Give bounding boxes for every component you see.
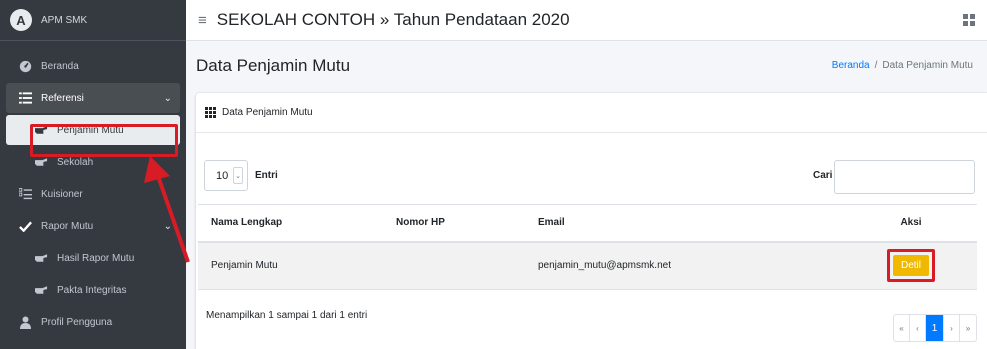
detil-button[interactable]: Detil [892,255,929,277]
sidebar-item-pakta-integritas[interactable]: Pakta Integritas [6,275,180,305]
sidebar-item-kuisioner[interactable]: Kuisioner [6,179,180,209]
user-icon [18,315,32,329]
entries-length-select[interactable]: 10 ⌄ [204,160,248,191]
data-table: Nama Lengkap Nomor HP Email Aksi Penjami… [198,204,977,290]
pager-next-button[interactable]: › [944,315,960,341]
column-header-nama[interactable]: Nama Lengkap [198,204,383,243]
page-title: Data Penjamin Mutu [196,56,351,75]
sidebar-item-label: Rapor Mutu [41,220,94,232]
sidebar-item-label: Sekolah [57,156,94,168]
highlight-box-menu [30,124,178,157]
column-header-email[interactable]: Email [525,204,845,243]
sidebar-item-referensi[interactable]: Referensi ⌄ [6,83,180,113]
data-card: Data Penjamin Mutu 10 ⌄ Entri Cari Nama … [196,93,987,349]
brand-link[interactable]: A APM SMK [0,0,186,41]
cell-email: penjamin_mutu@apmsmk.net [525,241,845,290]
pager-first-button[interactable]: « [894,315,910,341]
sidebar-item-rapor-mutu[interactable]: Rapor Mutu ⌄ [6,211,180,241]
sidebar-item-label: Pakta Integritas [57,284,127,296]
table-header-row: Nama Lengkap Nomor HP Email Aksi [198,204,977,243]
card-title: Data Penjamin Mutu [222,107,313,118]
breadcrumb-current: Data Penjamin Mutu [882,60,973,71]
sidebar-item-label: Profil Pengguna [41,316,113,328]
sidebar-item-label: Beranda [41,60,79,72]
pager-prev-button[interactable]: ‹ [910,315,926,341]
search-input[interactable] [834,160,975,194]
breadcrumb-separator: / [874,60,878,71]
pagination: « ‹ 1 › » [893,314,977,342]
breadcrumb-home-link[interactable]: Beranda [832,60,870,71]
sidebar-item-label: Kuisioner [41,188,83,200]
card-header: Data Penjamin Mutu [196,93,987,133]
entries-length-value: 10 [216,169,229,182]
list-icon [18,91,32,105]
menu-toggle-icon[interactable]: ≡ [198,12,207,29]
length-control: 10 ⌄ Entri [204,160,278,191]
entries-label: Entri [255,170,278,181]
sidebar-nav: Beranda Referensi ⌄ Penjamin Mutu Sekola… [0,41,186,337]
sidebar-item-hasil-rapor-mutu[interactable]: Hasil Rapor Mutu [6,243,180,273]
sidebar-item-label: Referensi [41,92,84,104]
hand-point-right-icon [34,155,48,169]
top-title: SEKOLAH CONTOH » Tahun Pendataan 2020 [216,10,570,29]
check-icon [18,219,32,233]
column-header-aksi: Aksi [845,204,977,243]
sidebar-item-beranda[interactable]: Beranda [6,51,180,81]
cell-aksi: Detil [845,241,977,290]
table-row: Penjamin Mutu penjamin_mutu@apmsmk.net D… [198,241,977,290]
tasks-icon [18,187,32,201]
chevron-down-icon: ⌄ [233,167,243,184]
hand-point-right-icon [34,283,48,297]
highlight-box-button: Detil [886,249,935,283]
breadcrumb: Beranda / Data Penjamin Mutu [832,60,973,71]
column-header-nomor-hp[interactable]: Nomor HP [383,204,525,243]
cell-nama: Penjamin Mutu [198,241,383,290]
search-label: Cari [813,170,833,181]
hand-point-right-icon [34,251,48,265]
table-info: Menampilkan 1 sampai 1 dari 1 entri [206,310,368,321]
chevron-down-icon: ⌄ [163,220,172,232]
content-header: Data Penjamin Mutu Beranda / Data Penjamin… [186,41,987,91]
chevron-down-icon: ⌄ [163,92,172,104]
pager-page-1-button[interactable]: 1 [926,315,944,341]
pager-last-button[interactable]: » [960,315,976,341]
apps-grid-icon[interactable] [963,14,975,26]
brand-logo: A [10,9,32,31]
sidebar-item-profil-pengguna[interactable]: Profil Pengguna [6,307,180,337]
dashboard-icon [18,59,32,73]
top-navbar: ≡ SEKOLAH CONTOH » Tahun Pendataan 2020 [186,0,987,41]
brand-name: APM SMK [41,14,88,26]
sidebar: A APM SMK Beranda Referensi ⌄ Penjamin M… [0,0,186,349]
cell-nomor-hp [383,241,525,290]
table-grid-icon [205,107,216,118]
sidebar-item-label: Hasil Rapor Mutu [57,252,135,264]
